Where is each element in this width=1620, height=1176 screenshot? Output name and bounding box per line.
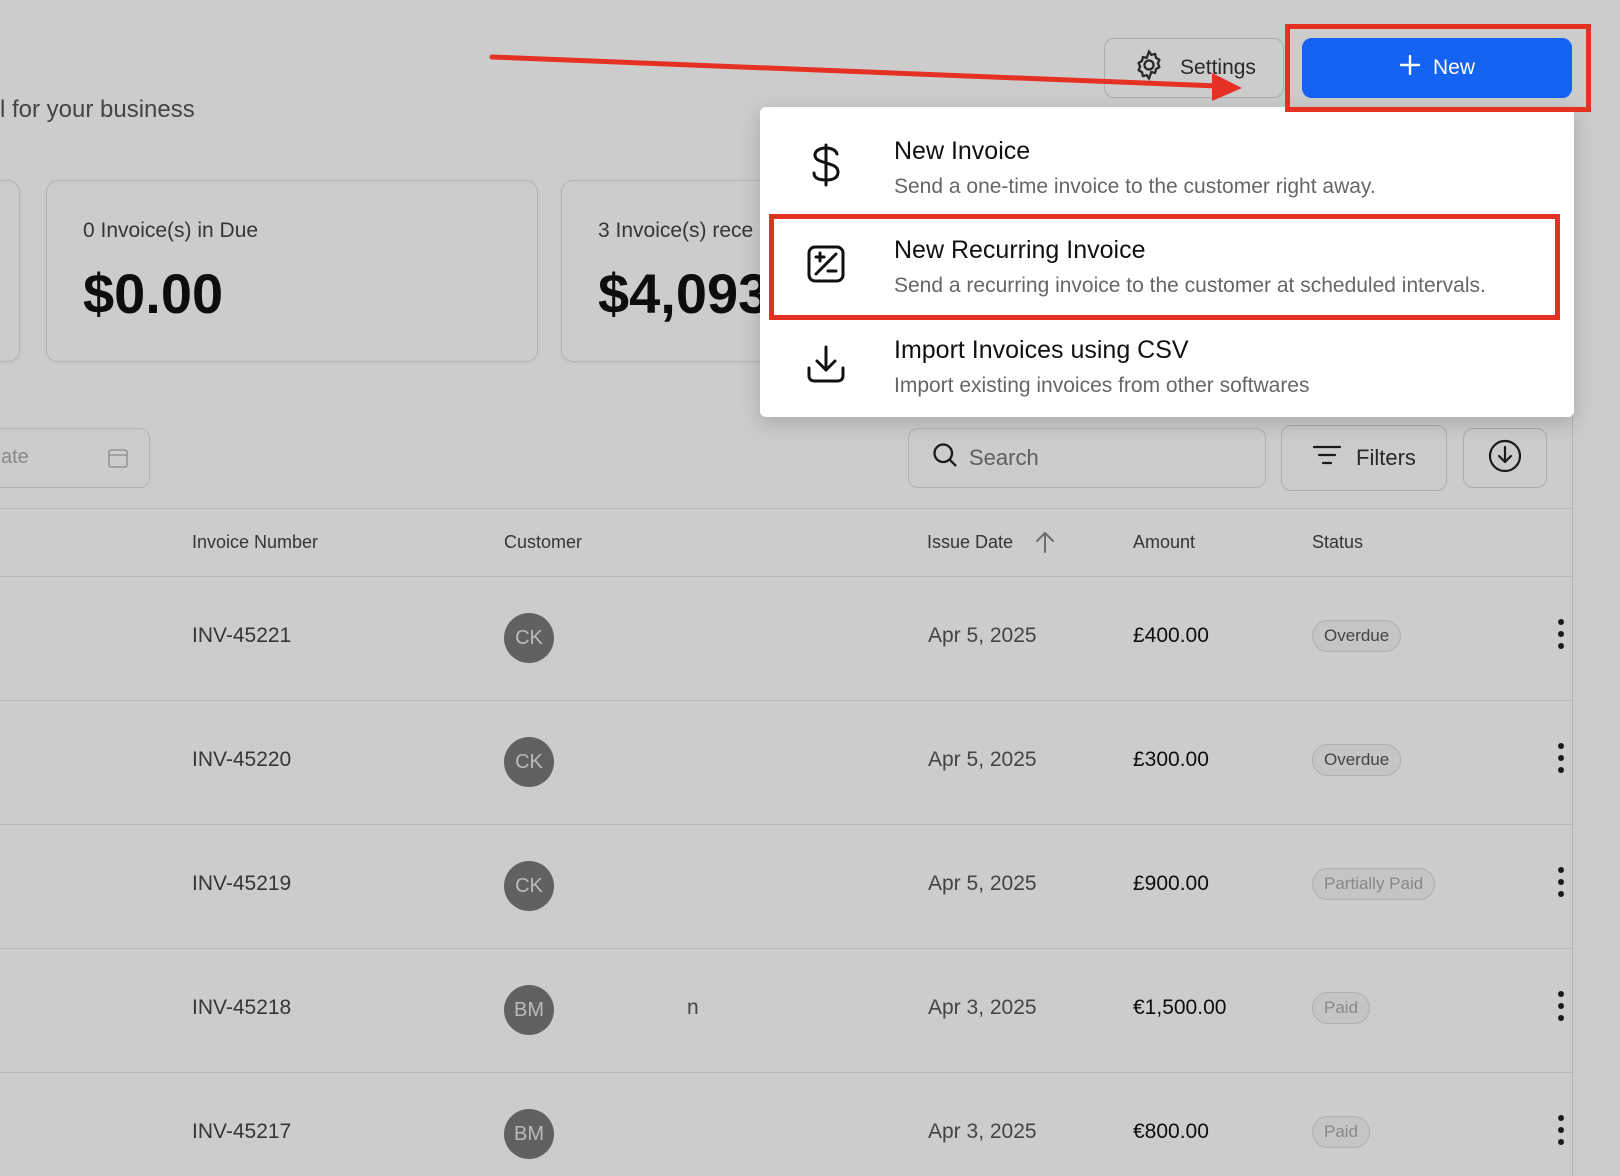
import-icon	[804, 342, 848, 386]
menu-item-import-csv[interactable]: Import Invoices using CSV Import existin…	[760, 312, 1574, 412]
menu-item-title: Import Invoices using CSV	[894, 336, 1189, 364]
highlight-new-button	[1285, 24, 1591, 112]
invoices-page: l for your business Settings New 0 Invoi…	[0, 0, 1620, 1176]
menu-item-desc: Import existing invoices from other soft…	[894, 374, 1310, 397]
dollar-icon	[804, 143, 848, 187]
highlight-recurring-invoice	[769, 214, 1560, 320]
menu-item-desc: Send a one-time invoice to the customer …	[894, 175, 1376, 198]
menu-item-title: New Invoice	[894, 137, 1031, 165]
menu-item-new-invoice[interactable]: New Invoice Send a one-time invoice to t…	[760, 113, 1574, 213]
